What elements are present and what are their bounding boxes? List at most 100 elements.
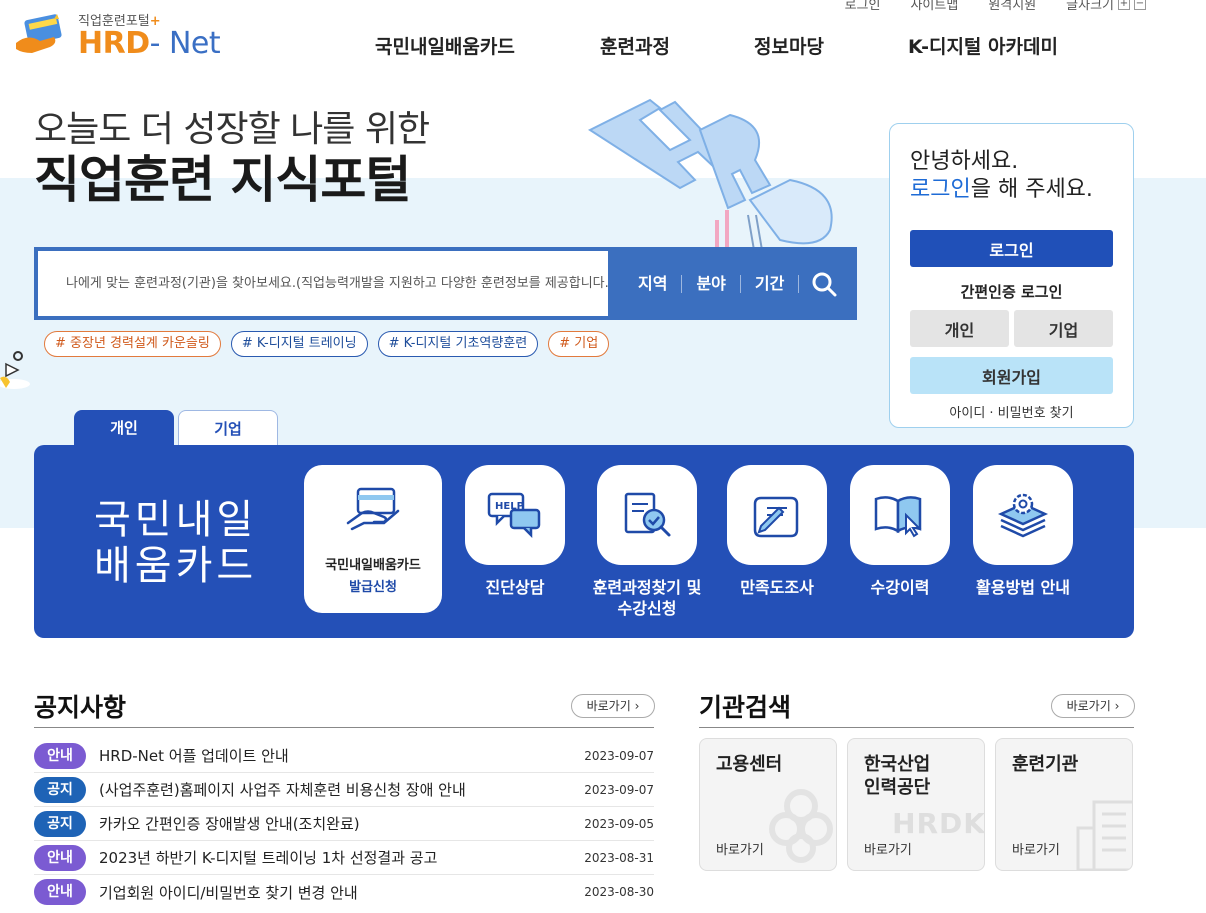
org-more-button[interactable]: 바로가기 › — [1051, 694, 1135, 718]
hashtag-list: # 중장년 경력설계 카운슬링 # K-디지털 트레이닝 # K-디지털 기초역… — [44, 331, 610, 357]
notice-badge: 공지 — [34, 810, 86, 837]
util-remote-link[interactable]: 원격지원 — [988, 0, 1036, 13]
nav-info[interactable]: 정보마당 — [754, 32, 908, 59]
login-greeting: 안녕하세요. — [910, 149, 1019, 174]
service-card-issue[interactable]: 국민내일배움카드 발급신청 — [304, 465, 442, 613]
search-button[interactable] — [799, 251, 849, 316]
nav-learning-card[interactable]: 국민내일배움카드 — [375, 32, 600, 59]
search-input[interactable] — [38, 251, 608, 316]
nav-training-course[interactable]: 훈련과정 — [600, 32, 754, 59]
notice-more-button[interactable]: 바로가기 › — [571, 694, 655, 718]
org-card-employment-center[interactable]: 고용센터 바로가기 — [699, 738, 837, 871]
learning-card-panel: 국민내일 배움카드 국민내일배움카드 발급신청 HELP 진단상담 훈련과정찾기… — [34, 445, 1134, 638]
search-icon — [812, 272, 837, 296]
service-history[interactable]: 수강이력 — [850, 465, 950, 598]
notice-title[interactable]: (사업주훈련)홈페이지 사업주 자체훈련 비용신청 장애 안내 — [99, 779, 584, 800]
org-card-link[interactable]: 바로가기 — [716, 839, 764, 858]
tag-k-digital-training[interactable]: # K-디지털 트레이닝 — [230, 331, 368, 357]
login-button[interactable]: 로그인 — [910, 230, 1113, 267]
tab-personal[interactable]: 개인 — [74, 410, 174, 446]
notice-title[interactable]: 2023년 하반기 K-디지털 트레이닝 1차 선정결과 공고 — [99, 847, 584, 868]
book-cursor-icon — [850, 465, 950, 565]
logo-title: HRD- Net — [78, 26, 221, 61]
org-card-title: 훈련기관 — [1012, 754, 1079, 775]
site-logo[interactable]: 직업훈련포털+ HRD- Net — [14, 10, 221, 61]
notice-date: 2023-09-07 — [584, 782, 654, 797]
service-label-highlight: 발급신청 — [349, 580, 397, 595]
easy-auth-company-button[interactable]: 기업 — [1014, 310, 1113, 347]
notice-title[interactable]: HRD-Net 어플 업데이트 안내 — [99, 745, 584, 766]
search-filters: 지역 분야 기간 — [608, 251, 800, 316]
notice-badge: 공지 — [34, 776, 86, 803]
notice-date: 2023-09-07 — [584, 748, 654, 763]
service-label: 국민내일배움카드 — [325, 558, 421, 573]
search-bar: 지역 분야 기간 — [34, 247, 857, 320]
notice-divider — [34, 727, 654, 728]
org-card-hrdk[interactable]: 한국산업 인력공단 바로가기 HRDK — [847, 738, 985, 871]
tag-company[interactable]: # 기업 — [548, 331, 610, 357]
service-diagnosis[interactable]: HELP 진단상담 — [465, 465, 565, 598]
notice-badge: 안내 — [34, 844, 86, 871]
util-sitemap-link[interactable]: 사이트맵 — [910, 0, 958, 13]
user-type-tabs: 개인 기업 — [74, 410, 278, 446]
flower-watermark-icon — [769, 789, 833, 863]
filter-period[interactable]: 기간 — [741, 274, 800, 293]
font-decrease-button[interactable]: − — [1134, 0, 1146, 10]
notice-badge: 안내 — [34, 879, 86, 905]
hero-title: 직업훈련 지식포털 — [34, 151, 411, 209]
org-card-title: 고용센터 — [716, 754, 783, 775]
font-increase-button[interactable]: + — [1118, 0, 1130, 10]
notice-section-title: 공지사항 — [34, 693, 127, 722]
org-section-title: 기관검색 — [699, 693, 792, 722]
org-divider — [699, 727, 1134, 728]
logo-text: 직업훈련포털+ HRD- Net — [78, 10, 221, 61]
notice-badge: 안내 — [34, 742, 86, 769]
find-id-password-link[interactable]: 아이디 · 비밀번호 찾기 — [910, 402, 1113, 421]
org-card-training-institution[interactable]: 훈련기관 바로가기 — [995, 738, 1133, 871]
nav-k-digital-academy[interactable]: K-디지털 아카데미 — [908, 32, 1058, 59]
util-login-link[interactable]: 로그인 — [845, 0, 881, 13]
tag-k-digital-basic[interactable]: # K-디지털 기초역량훈련 — [377, 331, 539, 357]
notice-date: 2023-09-05 — [584, 816, 654, 831]
main-navigation: 국민내일배움카드 훈련과정 정보마당 K-디지털 아카데미 — [375, 32, 1058, 59]
easy-auth-title: 간편인증 로그인 — [960, 283, 1063, 301]
hrdk-watermark: HRDK — [892, 807, 985, 840]
notice-row[interactable]: 안내 기업회원 아이디/비밀번호 찾기 변경 안내 2023-08-30 — [34, 875, 654, 909]
tag-career-counseling[interactable]: # 중장년 경력설계 카운슬링 — [44, 331, 221, 357]
org-card-link[interactable]: 바로가기 — [864, 839, 912, 858]
service-survey[interactable]: 만족도조사 — [727, 465, 827, 598]
login-prompt: 로그인을 해 주세요. — [910, 177, 1093, 202]
easy-auth-personal-button[interactable]: 개인 — [910, 310, 1009, 347]
service-label: 활용방법 안내 — [976, 578, 1070, 597]
org-card-link[interactable]: 바로가기 — [1012, 839, 1060, 858]
service-label: 수강이력 — [870, 578, 930, 597]
notice-title[interactable]: 카카오 간편인증 장애발생 안내(조치완료) — [99, 813, 584, 834]
notice-row[interactable]: 공지 카카오 간편인증 장애발생 안내(조치완료) 2023-09-05 — [34, 807, 654, 841]
notice-row[interactable]: 안내 2023년 하반기 K-디지털 트레이닝 1차 선정결과 공고 2023-… — [34, 841, 654, 875]
service-label: 진단상담 — [485, 578, 545, 597]
login-prompt-highlight: 로그인 — [910, 177, 971, 202]
login-panel: 안녕하세요. 로그인을 해 주세요. 로그인 간편인증 로그인 개인 기업 회원… — [889, 123, 1134, 428]
notice-row[interactable]: 안내 HRD-Net 어플 업데이트 안내 2023-09-07 — [34, 739, 654, 773]
service-label: 만족도조사 — [740, 578, 814, 597]
filter-field[interactable]: 분야 — [682, 274, 741, 293]
font-size-label: 글자크기 — [1066, 0, 1114, 13]
service-guide[interactable]: 활용방법 안내 — [968, 465, 1078, 598]
help-chat-icon: HELP — [465, 465, 565, 565]
easy-auth-buttons: 개인 기업 — [910, 310, 1113, 347]
building-watermark-icon — [1076, 800, 1132, 870]
tab-company[interactable]: 기업 — [178, 410, 278, 446]
service-course-search[interactable]: 훈련과정찾기 및 수강신청 — [582, 465, 712, 619]
signup-button[interactable]: 회원가입 — [910, 357, 1113, 394]
decorative-megaphone-icon — [0, 351, 30, 389]
filter-region[interactable]: 지역 — [634, 274, 683, 293]
hrd-3d-illustration — [587, 98, 833, 250]
document-search-icon — [597, 465, 697, 565]
notice-row[interactable]: 공지 (사업주훈련)홈페이지 사업주 자체훈련 비용신청 장애 안내 2023-… — [34, 773, 654, 807]
logo-card-icon — [14, 13, 70, 57]
font-size-control: 글자크기 + − — [1066, 0, 1146, 13]
notice-date: 2023-08-30 — [584, 885, 654, 899]
gear-layers-icon — [973, 465, 1073, 565]
notice-title[interactable]: 기업회원 아이디/비밀번호 찾기 변경 안내 — [99, 882, 584, 903]
panel-title: 국민내일 배움카드 — [94, 497, 258, 589]
